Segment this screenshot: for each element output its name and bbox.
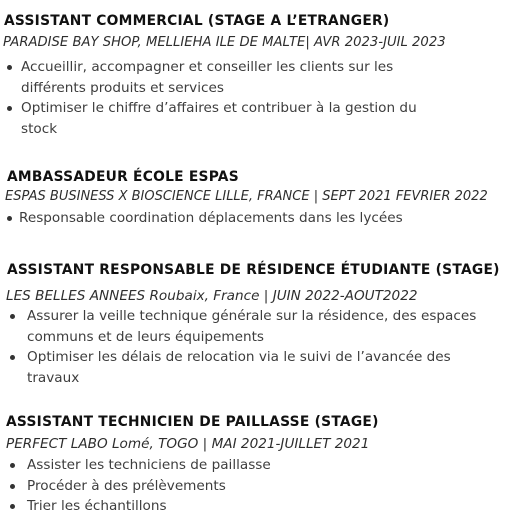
experience-school-ambassador: AMBASSADEUR ÉCOLE ESPAS ESPAS BUSINESS X… bbox=[0, 168, 517, 229]
list-item: Optimiser le chiffre d’affaires et contr… bbox=[0, 98, 446, 139]
job-employer-dates: PERFECT LABO Lomé, TOGO | MAI 2021-JUILL… bbox=[6, 436, 370, 452]
job-tasks-list: Accueillir, accompagner et conseiller le… bbox=[0, 57, 517, 139]
experience-commercial-assistant: ASSISTANT COMMERCIAL (STAGE A L’ETRANGER… bbox=[0, 12, 517, 139]
job-title: AMBASSADEUR ÉCOLE ESPAS bbox=[7, 169, 239, 185]
list-item: Responsable coordination déplacements da… bbox=[0, 208, 517, 229]
experience-lab-technician-assistant: ASSISTANT TECHNICIEN DE PAILLASSE (STAGE… bbox=[0, 413, 517, 517]
bullet-icon bbox=[10, 314, 15, 319]
bullet-icon bbox=[10, 355, 15, 360]
job-employer-dates: ESPAS BUSINESS X BIOSCIENCE LILLE, FRANC… bbox=[5, 189, 488, 204]
task-text: Accueillir, accompagner et conseiller le… bbox=[21, 59, 394, 96]
list-item: Assister les techniciens de paillasse bbox=[0, 455, 517, 476]
job-tasks-list: Assurer la veille technique générale sur… bbox=[0, 306, 517, 388]
bullet-icon bbox=[10, 504, 15, 509]
task-text: Assurer la veille technique générale sur… bbox=[27, 308, 477, 345]
bullet-icon bbox=[7, 216, 12, 221]
task-text: Assister les techniciens de paillasse bbox=[27, 457, 271, 473]
list-item: Trier les échantillons bbox=[0, 496, 517, 517]
job-title: ASSISTANT COMMERCIAL (STAGE A L’ETRANGER… bbox=[4, 13, 390, 29]
bullet-icon bbox=[10, 483, 15, 489]
list-item: Optimiser les délais de relocation via l… bbox=[0, 347, 477, 388]
task-text: Optimiser le chiffre d’affaires et contr… bbox=[21, 100, 417, 137]
bullet-icon bbox=[7, 106, 12, 111]
task-text: Optimiser les délais de relocation via l… bbox=[27, 349, 451, 386]
list-item: Procéder à des prélèvements bbox=[0, 476, 517, 497]
job-tasks-list: Assister les techniciens de paillasse Pr… bbox=[0, 455, 517, 517]
job-employer-dates: PARADISE BAY SHOP, MELLIEHA ILE DE MALTE… bbox=[3, 35, 446, 50]
list-item: Assurer la veille technique générale sur… bbox=[0, 306, 477, 347]
list-item: Accueillir, accompagner et conseiller le… bbox=[0, 57, 446, 98]
bullet-icon bbox=[7, 65, 12, 70]
task-text: Trier les échantillons bbox=[27, 498, 167, 514]
job-title: ASSISTANT TECHNICIEN DE PAILLASSE (STAGE… bbox=[6, 414, 379, 430]
task-text: Responsable coordination déplacements da… bbox=[19, 210, 403, 226]
job-employer-dates: LES BELLES ANNEES Roubaix, France | JUIN… bbox=[6, 288, 418, 304]
task-text: Procéder à des prélèvements bbox=[27, 477, 226, 494]
job-tasks-list: Responsable coordination déplacements da… bbox=[0, 208, 517, 229]
experience-residence-assistant: ASSISTANT RESPONSABLE DE RÉSIDENCE ÉTUDI… bbox=[0, 261, 517, 388]
job-title: ASSISTANT RESPONSABLE DE RÉSIDENCE ÉTUDI… bbox=[7, 262, 500, 278]
bullet-icon bbox=[10, 463, 15, 468]
